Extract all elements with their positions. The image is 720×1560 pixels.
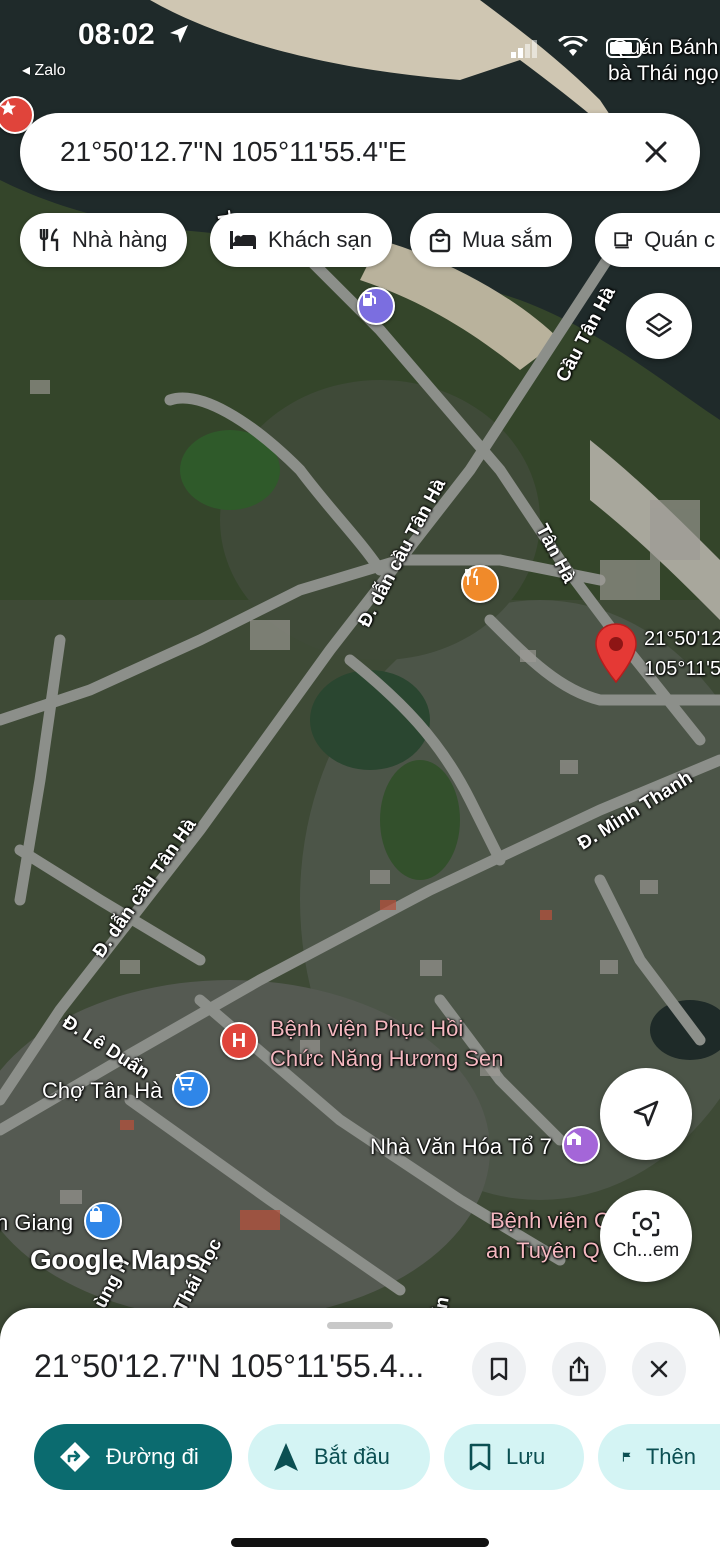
bed-icon bbox=[230, 231, 256, 249]
back-to-app-link[interactable]: ◂ Zalo bbox=[22, 60, 66, 80]
chip-hotels[interactable]: Khách sạn bbox=[210, 213, 392, 267]
chip-coffee[interactable]: Quán c bbox=[595, 213, 720, 267]
gas-station-icon bbox=[363, 292, 376, 306]
close-sheet-button[interactable] bbox=[632, 1342, 686, 1396]
bookmark-icon bbox=[469, 1443, 491, 1471]
cellular-signal-icon bbox=[511, 40, 537, 58]
chip-shopping[interactable]: Mua sắm bbox=[410, 213, 573, 267]
chip-label: Mua sắm bbox=[462, 227, 553, 252]
dropped-pin[interactable] bbox=[594, 622, 638, 684]
poi-label-hospital-line1[interactable]: Bệnh viện Phục Hồi bbox=[270, 1016, 463, 1042]
status-icons bbox=[510, 36, 646, 58]
hospital-icon: H bbox=[231, 1029, 247, 1052]
close-icon bbox=[650, 1360, 668, 1378]
poi-pin-gas-station[interactable] bbox=[357, 287, 395, 325]
search-bar[interactable]: 21°50'12.7"N 105°11'55.4"E bbox=[20, 113, 700, 191]
shopping-bag-icon bbox=[90, 1206, 102, 1222]
poi-pin-culture-house[interactable] bbox=[562, 1126, 600, 1164]
place-title: 21°50'12.7"N 105°11'55.4... bbox=[34, 1348, 425, 1384]
save-label: Lưu bbox=[506, 1444, 546, 1469]
directions-label: Đường đi bbox=[106, 1444, 199, 1469]
layers-button[interactable] bbox=[626, 293, 692, 359]
building-icon bbox=[567, 1132, 581, 1145]
poi-pin-market[interactable] bbox=[172, 1070, 210, 1108]
map-pin-icon bbox=[595, 623, 637, 684]
share-button[interactable] bbox=[552, 1342, 606, 1396]
search-query-text[interactable]: 21°50'12.7"N 105°11'55.4"E bbox=[60, 136, 407, 168]
poi-pin-restaurant[interactable] bbox=[461, 565, 499, 603]
lens-camera-button[interactable]: Ch...em bbox=[600, 1190, 692, 1282]
add-label-text: Thên bbox=[645, 1444, 696, 1469]
close-icon[interactable] bbox=[638, 134, 674, 170]
share-icon bbox=[569, 1356, 589, 1382]
google-maps-watermark: Google Maps bbox=[30, 1244, 201, 1275]
save-button[interactable]: Lưu bbox=[444, 1424, 584, 1490]
directions-button[interactable]: Đường đi bbox=[34, 1424, 232, 1490]
camera-lens-icon bbox=[632, 1211, 660, 1237]
start-label: Bắt đầu bbox=[314, 1444, 390, 1469]
add-label-button[interactable]: Thên bbox=[598, 1424, 720, 1490]
sheet-drag-handle[interactable] bbox=[327, 1322, 393, 1329]
shopping-cart-icon bbox=[176, 1074, 195, 1091]
fork-knife-icon bbox=[465, 568, 478, 585]
poi-label-giang[interactable]: n Giang bbox=[0, 1210, 73, 1236]
my-location-button[interactable] bbox=[600, 1068, 692, 1160]
coffee-icon bbox=[614, 232, 632, 249]
poi-label-market[interactable]: Chợ Tân Hà bbox=[42, 1078, 162, 1104]
camera-label: Ch...em bbox=[612, 1240, 680, 1261]
battery-icon bbox=[606, 38, 645, 58]
save-bookmark-button[interactable] bbox=[472, 1342, 526, 1396]
wifi-icon bbox=[558, 36, 588, 56]
poi-label-culture-house[interactable]: Nhà Văn Hóa Tổ 7 bbox=[370, 1134, 552, 1160]
poi-pin-shopping[interactable] bbox=[84, 1202, 122, 1240]
place-bottom-sheet[interactable]: 21°50'12.7"N 105°11'55.4... Đường đi Bắt… bbox=[0, 1308, 720, 1560]
poi-label-top-right-2[interactable]: bà Thái ngọ bbox=[608, 62, 719, 86]
star-icon bbox=[0, 100, 16, 115]
directions-icon bbox=[60, 1442, 90, 1472]
chip-restaurants[interactable]: Nhà hàng bbox=[20, 213, 188, 267]
status-time: 08:02 bbox=[78, 18, 191, 52]
shopping-bag-icon bbox=[429, 228, 451, 253]
home-indicator[interactable] bbox=[231, 1538, 489, 1547]
poi-label-hospital-line2[interactable]: Chức Năng Hương Sen bbox=[270, 1046, 503, 1072]
poi-label-police-hospital-line1[interactable]: Bệnh viện C bbox=[490, 1208, 610, 1234]
start-button[interactable]: Bắt đầu bbox=[248, 1424, 430, 1490]
chip-label: Khách sạn bbox=[268, 227, 372, 252]
poi-pin-hospital[interactable]: H bbox=[220, 1022, 258, 1060]
navigation-arrow-icon bbox=[274, 1443, 298, 1471]
bookmark-icon bbox=[490, 1357, 508, 1381]
layers-icon bbox=[645, 312, 673, 338]
poi-label-police-hospital-line2[interactable]: an Tuyên Q bbox=[486, 1238, 600, 1264]
flag-icon bbox=[622, 1452, 631, 1462]
chip-label: Nhà hàng bbox=[72, 227, 168, 252]
pin-label-line1: 21°50'12 bbox=[644, 628, 720, 650]
navigation-arrow-icon bbox=[633, 1100, 659, 1127]
fork-knife-icon bbox=[39, 228, 59, 251]
pin-label-line2: 105°11'5 bbox=[644, 658, 720, 680]
location-arrow-icon bbox=[170, 25, 189, 43]
chip-label: Quán c bbox=[644, 227, 715, 252]
